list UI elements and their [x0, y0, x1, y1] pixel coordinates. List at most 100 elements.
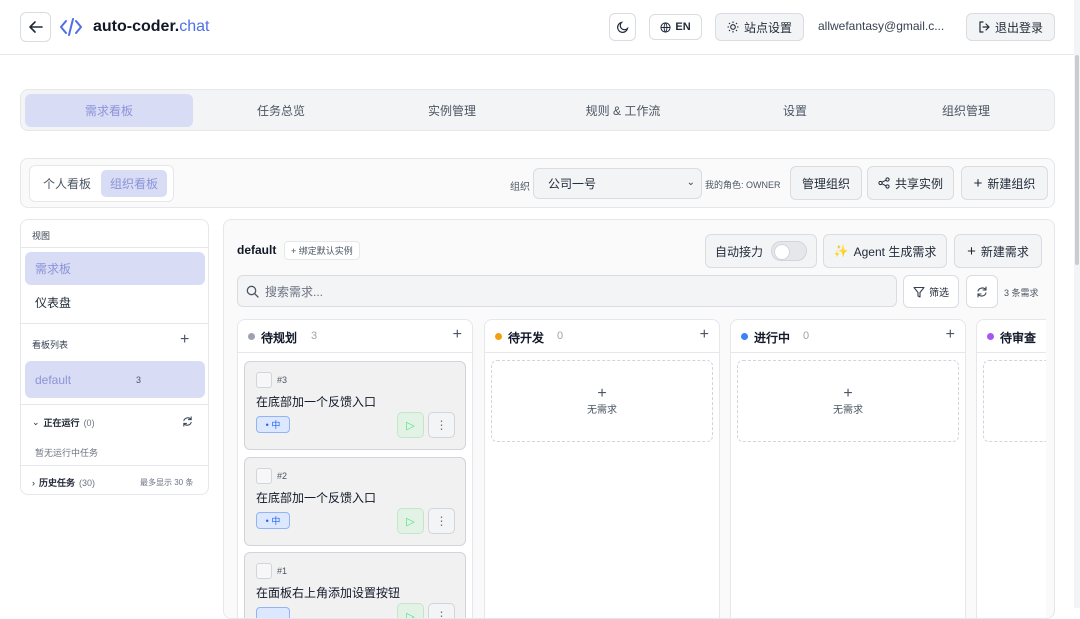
plus-icon: +: [974, 175, 983, 192]
empty-column-dropzone[interactable]: + 无需求: [491, 360, 713, 442]
column-in-progress: 进行中 0 + + 无需求: [730, 319, 966, 619]
org-board-toggle[interactable]: 组织看板: [101, 170, 167, 197]
bind-default-instance-button[interactable]: + 绑定默认实例: [284, 241, 360, 260]
play-button[interactable]: ▷: [397, 412, 424, 438]
language-label: EN: [675, 21, 690, 33]
site-settings-button[interactable]: 站点设置: [715, 13, 804, 41]
create-org-label: 新建组织: [987, 175, 1035, 192]
tab-requirements-board[interactable]: 需求看板: [25, 94, 193, 127]
brand-name: auto-coder.chat: [93, 18, 209, 36]
search-placeholder: 搜索需求...: [265, 283, 323, 300]
empty-column-dropzone[interactable]: [983, 360, 1046, 442]
play-icon: ▷: [406, 610, 414, 619]
tab-org-management[interactable]: 组织管理: [882, 94, 1050, 127]
running-section-toggle[interactable]: ⌄ 正在运行 (0): [32, 416, 95, 429]
filter-button[interactable]: 筛选: [903, 275, 959, 308]
board-list-heading: 看板列表: [32, 338, 68, 351]
page-scrollbar-thumb[interactable]: [1075, 55, 1079, 265]
more-button[interactable]: ⋮: [428, 603, 455, 619]
filter-icon: [913, 286, 925, 298]
filter-label: 筛选: [929, 284, 949, 299]
chevron-down-icon: ⌄: [32, 417, 40, 428]
empty-column-dropzone[interactable]: + 无需求: [737, 360, 959, 442]
add-requirement-button[interactable]: +: [700, 326, 709, 344]
play-icon: ▷: [406, 515, 414, 528]
history-section-toggle[interactable]: › 历史任务 (30): [32, 476, 95, 489]
auto-relay-switch[interactable]: [771, 241, 807, 261]
column-planning: 待规划 3 + #3 在底部加一个反馈入口 • 中 ▷ ⋮ #2 在底部加一个反…: [237, 319, 473, 619]
tab-settings[interactable]: 设置: [711, 94, 879, 127]
sidebar-item-board-default[interactable]: default 3: [25, 361, 205, 398]
plus-icon: +: [843, 387, 852, 401]
personal-board-toggle[interactable]: 个人看板: [34, 170, 100, 197]
theme-toggle-button[interactable]: [609, 13, 636, 41]
sidebar-item-dashboard[interactable]: 仪表盘: [25, 286, 205, 319]
search-icon: [246, 285, 259, 298]
requirement-card[interactable]: #2 在底部加一个反馈入口 • 中 ▷ ⋮: [244, 457, 466, 546]
play-button[interactable]: ▷: [397, 508, 424, 534]
org-label: 组织: [510, 178, 530, 193]
share-instance-button[interactable]: 共享实例: [867, 166, 954, 200]
card-id: #3: [277, 375, 287, 385]
empty-text: 无需求: [587, 401, 617, 416]
tab-rules-workflow[interactable]: 规则 & 工作流: [539, 94, 707, 127]
card-checkbox[interactable]: [256, 563, 272, 579]
search-input[interactable]: 搜索需求...: [237, 275, 897, 307]
add-requirement-button[interactable]: +: [453, 326, 462, 344]
column-count: 0: [803, 330, 809, 342]
refresh-button[interactable]: [966, 275, 998, 308]
main-nav-tabs: 需求看板 任务总览 实例管理 规则 & 工作流 设置 组织管理: [20, 89, 1055, 131]
manage-org-button[interactable]: 管理组织: [790, 166, 862, 200]
status-dot: [987, 333, 994, 340]
auto-relay-label: 自动接力: [715, 243, 763, 260]
board-count-badge: 3: [136, 375, 141, 385]
board-panel: default + 绑定默认实例 自动接力 ✨ Agent 生成需求 + 新建需…: [223, 219, 1055, 619]
column-title: 待开发: [508, 329, 544, 346]
create-org-button[interactable]: + 新建组织: [961, 166, 1048, 200]
card-checkbox[interactable]: [256, 372, 272, 388]
priority-badge: • 中: [256, 512, 290, 529]
my-role: 我的角色: OWNER: [705, 178, 781, 191]
org-select[interactable]: 公司一号 ⌄: [533, 168, 702, 199]
auto-relay-toggle[interactable]: 自动接力: [705, 234, 817, 268]
card-title: 在底部加一个反馈入口: [256, 489, 376, 506]
more-vertical-icon: ⋮: [436, 418, 448, 432]
add-requirement-button[interactable]: +: [946, 326, 955, 344]
board-title: default: [237, 243, 276, 257]
column-title: 进行中: [754, 329, 790, 346]
play-button[interactable]: ▷: [397, 603, 424, 619]
add-board-button[interactable]: +: [180, 331, 189, 349]
code-logo-icon: [60, 17, 82, 37]
more-button[interactable]: ⋮: [428, 508, 455, 534]
card-checkbox[interactable]: [256, 468, 272, 484]
column-title: 待规划: [261, 329, 297, 346]
more-vertical-icon: ⋮: [436, 514, 448, 528]
tab-instance-management[interactable]: 实例管理: [368, 94, 536, 127]
agent-generate-button[interactable]: ✨ Agent 生成需求: [823, 234, 947, 268]
sparkles-icon: ✨: [834, 244, 849, 258]
board-scope-bar: 个人看板 组织看板 组织 公司一号 ⌄ 我的角色: OWNER 管理组织 共享实…: [20, 158, 1055, 208]
more-button[interactable]: ⋮: [428, 412, 455, 438]
card-id: #1: [277, 566, 287, 576]
back-button[interactable]: [20, 12, 51, 42]
running-empty-text: 暂无运行中任务: [35, 446, 98, 459]
tab-task-overview[interactable]: 任务总览: [197, 94, 365, 127]
language-button[interactable]: EN: [649, 14, 702, 40]
refresh-icon[interactable]: [182, 416, 193, 427]
new-requirement-button[interactable]: + 新建需求: [954, 234, 1042, 268]
plus-icon: +: [967, 243, 976, 260]
top-bar: auto-coder.chat EN 站点设置 allwefantasy@gma…: [0, 0, 1080, 55]
requirement-card[interactable]: #3 在底部加一个反馈入口 • 中 ▷ ⋮: [244, 361, 466, 450]
requirement-card[interactable]: #1 在面板右上角添加设置按钮 ▷ ⋮: [244, 552, 466, 619]
status-dot: [495, 333, 502, 340]
column-count: 3: [311, 330, 317, 342]
empty-text: 无需求: [833, 401, 863, 416]
column-header: 待开发 0 +: [485, 320, 719, 353]
logout-button[interactable]: 退出登录: [966, 13, 1055, 41]
org-select-value: 公司一号: [548, 175, 596, 192]
share-icon: [878, 177, 890, 189]
column-count: 0: [557, 330, 563, 342]
sun-icon: [727, 21, 739, 33]
sidebar-item-requirements[interactable]: 需求板: [25, 252, 205, 285]
view-heading: 视图: [32, 229, 50, 242]
